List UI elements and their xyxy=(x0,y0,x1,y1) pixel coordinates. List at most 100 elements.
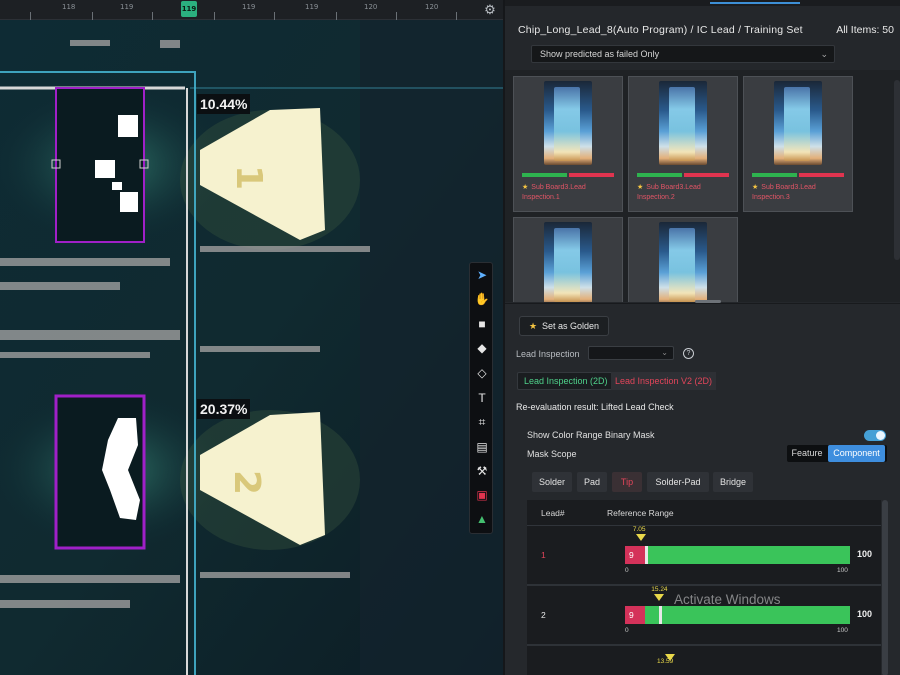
thumbnail-card[interactable] xyxy=(513,217,623,302)
star-icon: ★ xyxy=(522,184,529,191)
activate-windows-watermark: Activate Windows xyxy=(674,592,781,607)
thumbnail-scrollbar[interactable] xyxy=(894,80,900,260)
tab-pad[interactable]: Pad xyxy=(577,472,607,492)
app-root: 1 2 118 118 119 11 xyxy=(0,0,900,675)
show-mask-toggle[interactable] xyxy=(864,430,886,441)
ruler-mark xyxy=(214,12,215,20)
lead-thumbnail-image xyxy=(774,81,822,165)
range-max[interactable]: 100 xyxy=(857,609,872,619)
lead-2-percentage: 20.37% xyxy=(197,399,251,419)
box-outline-icon[interactable]: ◇ xyxy=(473,364,491,382)
image-viewer[interactable]: 1 2 118 118 119 11 xyxy=(0,0,503,675)
axis-max-label: 100 xyxy=(837,567,848,574)
range-handle[interactable] xyxy=(659,606,663,624)
all-items-count: All Items: 50 xyxy=(836,24,894,36)
thumbnail-grid: ★ Sub Board3.Lead Inspection.1 ★ Sub Board… xyxy=(505,70,900,302)
gear-icon[interactable]: ⚙ xyxy=(483,3,497,17)
marker-triangle-icon xyxy=(635,534,646,541)
ruler-tick: 119 xyxy=(305,3,319,11)
ruler-mark xyxy=(456,12,457,20)
range-handle[interactable] xyxy=(645,546,649,564)
thumbnail-card[interactable]: ★ Sub Board3.Lead Inspection.1 xyxy=(513,76,623,212)
col-reference-range: Reference Range xyxy=(607,508,674,518)
lead-thumbnail-image xyxy=(659,81,707,165)
text-icon[interactable]: T xyxy=(473,389,491,407)
svg-text:2: 2 xyxy=(226,470,267,495)
tab-lead-inspection-v2-2d[interactable]: Lead Inspection V2 (2D) xyxy=(611,372,717,390)
tab-tip[interactable]: Tip xyxy=(612,472,642,492)
lead-inspection-label: Lead Inspection xyxy=(516,349,580,359)
range-max[interactable]: 100 xyxy=(857,549,872,559)
lead-number: 1 xyxy=(541,550,546,560)
ruler-mark xyxy=(396,12,397,20)
thumbnail-card[interactable] xyxy=(628,217,738,302)
ruler-mark xyxy=(152,12,153,20)
pointer-icon[interactable]: ➤ xyxy=(473,266,491,284)
lead-thumbnail-image xyxy=(544,81,592,165)
chevron-down-icon: ⌄ xyxy=(820,49,828,59)
axis-max-label: 100 xyxy=(837,627,848,634)
scope-feature-option[interactable]: Feature xyxy=(787,445,827,462)
marker-value: 13.59 xyxy=(657,658,674,665)
filter-dropdown[interactable]: Show predicted as failed Only ⌄ xyxy=(531,45,835,63)
ruler-tick: 120 xyxy=(364,3,378,11)
chat-icon[interactable]: ▤ xyxy=(473,438,491,456)
help-icon[interactable]: ? xyxy=(683,348,694,359)
ruler-mark xyxy=(274,12,275,20)
active-tab-indicator xyxy=(710,2,800,4)
red-square-icon[interactable]: ▣ xyxy=(473,486,491,504)
ruler-cursor-marker[interactable]: 119 xyxy=(181,1,197,17)
table-scrollbar[interactable] xyxy=(882,500,888,675)
svg-text:1: 1 xyxy=(228,165,269,190)
range-slider[interactable]: 9 xyxy=(625,606,850,624)
triangle-icon[interactable]: ▲ xyxy=(473,510,491,528)
ruler-tick: 120 xyxy=(425,3,439,11)
ruler-tick: 119 xyxy=(242,3,256,11)
solid-3d-icon[interactable]: ■ xyxy=(473,315,491,333)
reevaluation-result: Re-evaluation result: Lifted Lead Check xyxy=(516,402,674,412)
filter-dropdown-value: Show predicted as failed Only xyxy=(540,49,660,59)
table-header: Lead# Reference Range xyxy=(527,500,881,526)
tab-solder-pad[interactable]: Solder-Pad xyxy=(647,472,709,492)
chevron-down-icon: ⌄ xyxy=(661,348,668,357)
cube-icon[interactable]: ◆ xyxy=(473,339,491,357)
ruler-mark xyxy=(30,12,31,20)
thumbnail-card[interactable]: ★ Sub Board3.Lead Inspection.2 xyxy=(628,76,738,212)
breadcrumb[interactable]: Chip_Long_Lead_8(Auto Program) / IC Lead… xyxy=(518,24,803,36)
tab-bridge[interactable]: Bridge xyxy=(713,472,753,492)
pass-fail-bar xyxy=(637,173,729,177)
ruler-tick: 118 xyxy=(62,3,76,11)
thumbnail-card[interactable]: ★ Sub Board3.Lead Inspection.3 xyxy=(743,76,853,212)
marker-value: 15.24 xyxy=(651,586,668,593)
panel-tab-strip xyxy=(505,0,900,6)
lead-inspection-select[interactable]: ⌄ xyxy=(588,346,674,360)
table-row[interactable]: 1 7.05 9 100 0 100 xyxy=(527,526,881,586)
show-mask-label: Show Color Range Binary Mask xyxy=(527,430,655,440)
training-panel: Chip_Long_Lead_8(Auto Program) / IC Lead… xyxy=(503,0,900,675)
mask-scope-label: Mask Scope xyxy=(527,449,577,459)
horizontal-ruler: 118 118 119 119 119 119 120 120 119 ⚙ xyxy=(0,0,503,20)
marker-triangle-icon xyxy=(654,594,665,601)
range-min[interactable]: 9 xyxy=(625,606,646,624)
table-row[interactable]: 13.59 xyxy=(527,650,881,675)
mask-scope-switch: Feature Component xyxy=(787,445,887,462)
scope-component-option[interactable]: Component xyxy=(828,445,885,462)
tab-lead-inspection-2d[interactable]: Lead Inspection (2D) xyxy=(517,372,615,390)
ruler-tick: 119 xyxy=(120,3,134,11)
inspection-image: 1 2 xyxy=(0,0,503,675)
ruler-mark xyxy=(92,12,93,20)
ruler-mark xyxy=(336,12,337,20)
scan-icon[interactable]: ⌗ xyxy=(473,413,491,431)
hand-icon[interactable]: ✋ xyxy=(473,290,491,308)
set-as-golden-button[interactable]: ★ Set as Golden xyxy=(519,316,609,336)
tab-solder[interactable]: Solder xyxy=(532,472,572,492)
range-min[interactable]: 9 xyxy=(625,546,646,564)
range-slider[interactable]: 9 xyxy=(625,546,850,564)
robot-arm-icon[interactable]: ⚒ xyxy=(473,462,491,480)
inspection-settings: ★ Set as Golden Lead Inspection ⌄ ? Lead … xyxy=(505,303,900,675)
viewer-toolbar: ➤ ✋ ■ ◆ ◇ T ⌗ ▤ ⚒ ▣ ▲ xyxy=(469,262,493,534)
lead-1-percentage: 10.44% xyxy=(197,94,251,114)
reference-range-table: Lead# Reference Range 1 7.05 9 100 0 100 xyxy=(527,500,888,675)
thumbnail-caption: ★ Sub Board3.Lead Inspection.1 xyxy=(522,184,586,201)
star-icon: ★ xyxy=(637,184,644,191)
